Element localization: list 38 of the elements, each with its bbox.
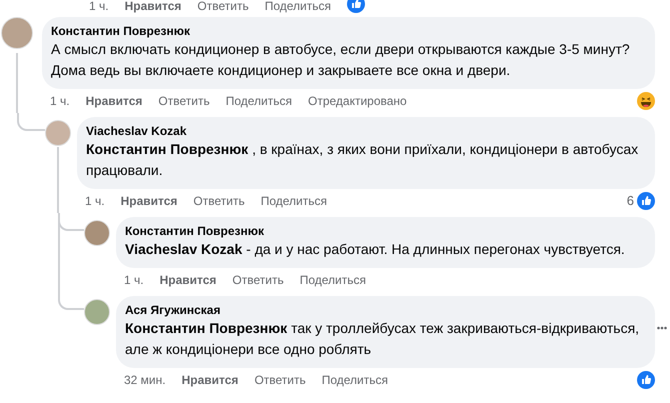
comment-author[interactable]: Viacheslav Kozak <box>86 123 646 139</box>
comment-time[interactable]: 1 ч. <box>50 92 70 110</box>
avatar[interactable] <box>45 120 71 146</box>
comment-time[interactable]: 1 ч. <box>89 0 109 13</box>
reaction-count: 6 <box>626 192 634 210</box>
comment-time[interactable]: 32 мин. <box>124 371 166 389</box>
comment-text: Viacheslav Kozak - да и у нас работают. На длинных перегонах чувствуется. <box>125 240 626 259</box>
comment-action-link[interactable]: Нравится <box>182 371 238 389</box>
comment-action-link[interactable]: Поделиться <box>264 0 331 13</box>
avatar[interactable] <box>1 17 33 49</box>
avatar[interactable] <box>84 299 110 325</box>
edited-label[interactable]: Отредактировано <box>308 92 407 110</box>
comment-action-link[interactable]: Ответить <box>254 371 306 389</box>
comment-action-link[interactable]: Поделиться <box>322 371 388 389</box>
comment-action-link[interactable]: Ответить <box>197 0 249 13</box>
comment-author[interactable]: Ася Ягужинская <box>125 302 646 318</box>
comment-action-link[interactable]: Поделиться <box>300 271 366 289</box>
comment-text: Константин Поврезнюк , в країнах, з яких вони приїхали, кондиціонери в автобусах працювали. <box>86 140 640 180</box>
comment-action-link[interactable]: Нравится <box>120 192 178 210</box>
comment-action-link[interactable]: Нравится <box>86 92 142 110</box>
comment-author[interactable]: Константин Поврезнюк <box>125 223 646 239</box>
comment-author[interactable]: Константин Поврезнюк <box>51 23 646 39</box>
comment-action-link[interactable]: Поделиться <box>260 192 327 210</box>
comment-action-link[interactable]: Поделиться <box>226 92 292 110</box>
comment-action-link[interactable]: Нравится <box>160 271 216 289</box>
comment-text: А смысл включать кондиционер в автобусе, если двери открываются каждые 3-5 минут? Дома ведь вы включаете кондиционер и закрываете все окна и двери. <box>51 40 631 80</box>
laughing-emoji-icon <box>637 92 655 110</box>
avatar[interactable] <box>84 220 110 246</box>
comment-action-link[interactable]: Ответить <box>158 92 210 110</box>
thumbs-up-icon <box>637 192 655 210</box>
comment-time[interactable]: 1 ч. <box>85 192 105 210</box>
thumbs-up-icon <box>637 371 655 389</box>
comment-action-link[interactable]: Ответить <box>193 192 245 210</box>
more-options-icon[interactable] <box>657 326 667 330</box>
comment-text: Константин Поврезнюк так у троллейбусах теж закриваються-відкриваються, але ж кондиціонери все одно роблять <box>125 319 640 359</box>
comment-time[interactable]: 1 ч. <box>124 271 144 289</box>
comment-action-link[interactable]: Ответить <box>232 271 284 289</box>
comment-action-link[interactable]: Нравится <box>124 0 182 13</box>
